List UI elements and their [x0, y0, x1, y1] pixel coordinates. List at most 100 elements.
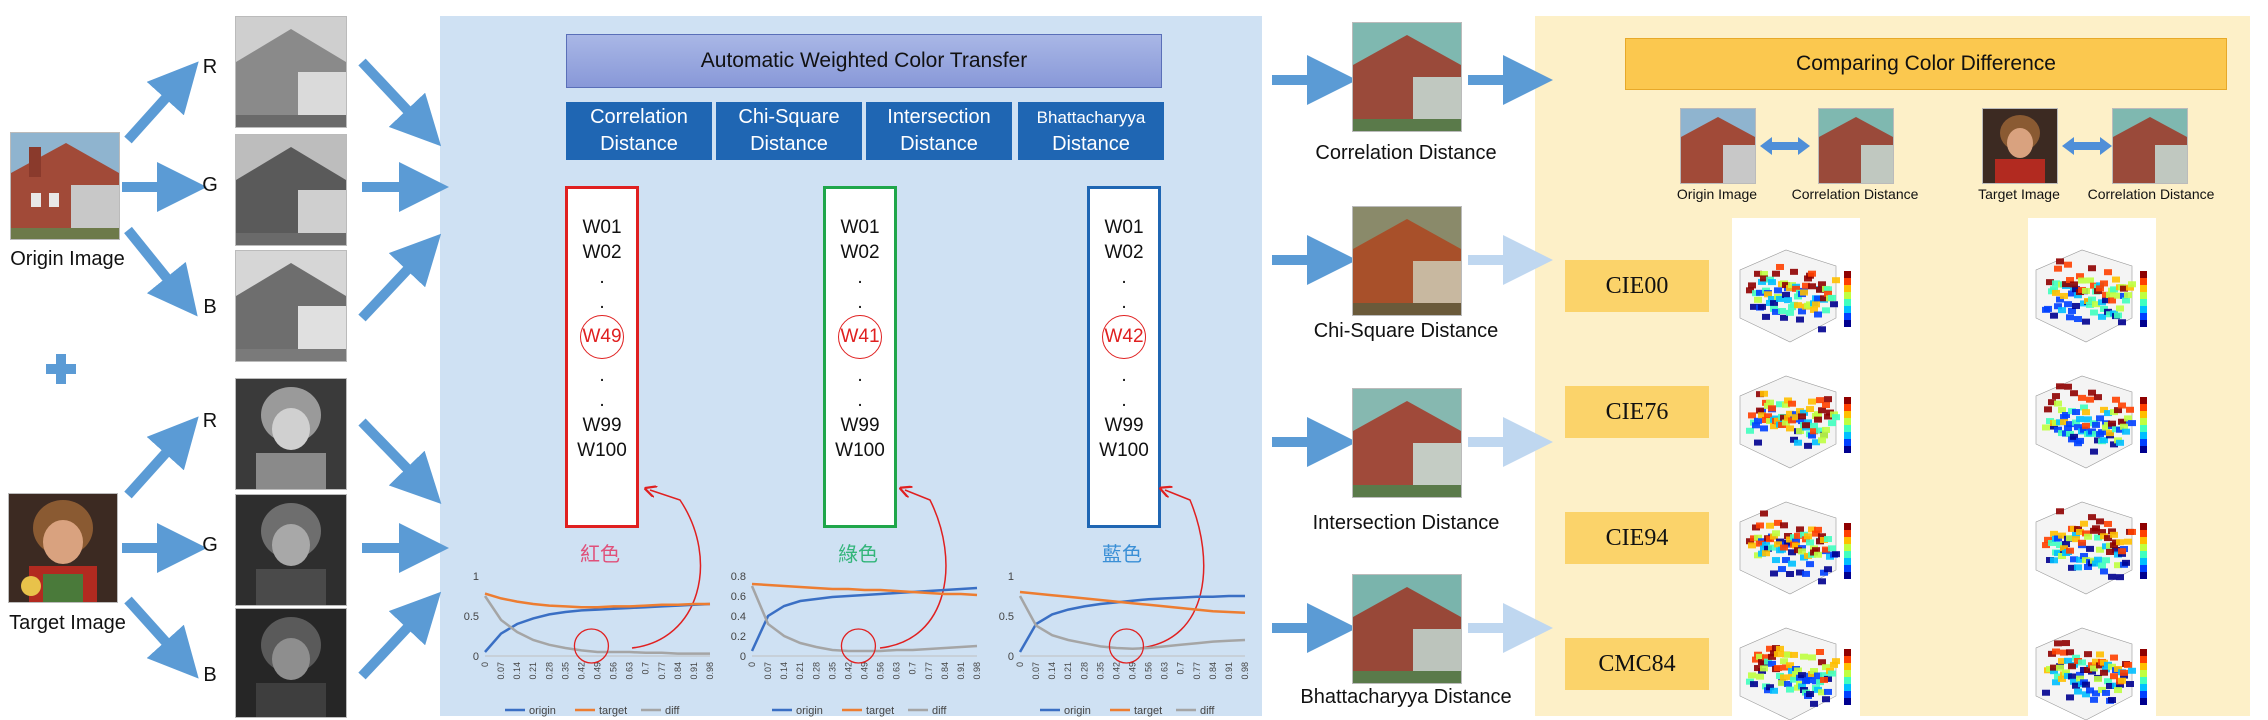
surface-cell — [2104, 269, 2112, 276]
surface-cell — [1828, 294, 1836, 301]
surface-cell — [2042, 424, 2050, 431]
surface-cell — [2112, 396, 2120, 403]
surface-cell — [2044, 305, 2052, 312]
surface-cell — [2096, 651, 2104, 658]
surface-cell — [1828, 545, 1836, 552]
surface-cell — [2086, 545, 2094, 552]
surface-cell — [2074, 688, 2082, 695]
surface-cell — [2056, 383, 2064, 390]
surface-cell — [2086, 277, 2094, 284]
colorbar-segment — [2140, 397, 2147, 404]
colorbar-segment — [2140, 698, 2147, 705]
surface-cell — [1794, 439, 1802, 446]
surface-cell — [1782, 291, 1790, 298]
surface-cell — [1774, 665, 1782, 672]
surface-cell — [1770, 570, 1778, 577]
colorbar-segment — [1844, 530, 1851, 537]
colorbar-segment — [1844, 565, 1851, 572]
colorbar-segment — [1844, 439, 1851, 446]
surface-cell — [1832, 277, 1840, 284]
surface-cell — [1816, 649, 1824, 656]
surface-cell — [2050, 312, 2058, 319]
surface-plots — [1739, 249, 2147, 720]
surface-cell — [1786, 309, 1794, 316]
surface-plot-origin-3 — [1739, 627, 1851, 720]
surface-cell — [1824, 536, 1832, 543]
surface-cell — [1788, 560, 1796, 567]
surface-cell — [2122, 297, 2130, 304]
surface-cell — [2066, 314, 2074, 321]
surface-cell — [2090, 448, 2098, 455]
surface-cell — [1780, 522, 1788, 529]
surface-cell — [2100, 280, 2108, 287]
surface-cell — [1772, 557, 1780, 564]
surface-cell — [1776, 263, 1784, 270]
surface-cell — [1766, 399, 1774, 406]
colorbar-segment — [2140, 684, 2147, 691]
surface-cell — [1754, 296, 1762, 303]
colorbar-segment — [2140, 544, 2147, 551]
surface-cell — [2116, 574, 2124, 581]
surface-cell — [1824, 396, 1832, 403]
surface-cell — [2082, 318, 2090, 325]
colorbar-segment — [1844, 656, 1851, 663]
surface-cell — [2118, 402, 2126, 409]
colorbar-segment — [1844, 411, 1851, 418]
surface-cell — [2082, 409, 2090, 416]
surface-cell — [1776, 645, 1784, 652]
surface-cell — [1796, 316, 1804, 323]
surface-cell — [2068, 663, 2076, 670]
surface-cell — [1804, 533, 1812, 540]
colorbar-segment — [2140, 404, 2147, 411]
surface-plot-target-3 — [2035, 627, 2147, 720]
surface-cell — [1780, 674, 1788, 681]
surface-cell — [2072, 409, 2080, 416]
surface-plot-origin-1 — [1739, 375, 1851, 469]
surface-cell — [2104, 520, 2112, 527]
colorbar-segment — [2140, 418, 2147, 425]
surface-cell — [2120, 669, 2128, 676]
surface-cell — [2094, 556, 2102, 563]
surface-cell — [2108, 420, 2116, 427]
surface-cell — [2070, 281, 2078, 288]
surface-cell — [1800, 653, 1808, 660]
colorbar-segment — [1844, 537, 1851, 544]
colorbar-segment — [2140, 649, 2147, 656]
surface-cell — [2116, 305, 2124, 312]
surface-cell — [1814, 416, 1822, 423]
surface-cell — [2044, 406, 2052, 413]
surface-cell — [2118, 319, 2126, 326]
colorbar-segment — [2140, 558, 2147, 565]
surface-cell — [1748, 282, 1756, 289]
colorbar-segment — [1844, 299, 1851, 306]
surface-cell — [1774, 287, 1782, 294]
surface-cell — [1748, 412, 1756, 419]
colorbar-segment — [2140, 565, 2147, 572]
surface-cell — [1822, 426, 1830, 433]
surface-cell — [2076, 416, 2084, 423]
surface-cell — [2122, 559, 2130, 566]
surface-cell — [2092, 421, 2100, 428]
surface-cell — [1772, 530, 1780, 537]
surface-cell — [1748, 542, 1756, 549]
surface-cell — [1746, 427, 1754, 434]
surface-cell — [2116, 439, 2124, 446]
surface-cell — [1832, 658, 1840, 665]
surface-cell — [1762, 313, 1770, 320]
colorbar-segment — [2140, 530, 2147, 537]
surface-cell — [1802, 570, 1810, 577]
surface-cell — [2052, 648, 2060, 655]
surface-cell — [2082, 287, 2090, 294]
surface-cell — [1788, 400, 1796, 407]
colorbar-segment — [1844, 558, 1851, 565]
surface-cell — [2110, 531, 2118, 538]
surface-cell — [1758, 303, 1766, 310]
colorbar-segment — [2140, 551, 2147, 558]
surface-cell — [2126, 681, 2134, 688]
surface-cell — [2078, 394, 2086, 401]
surface-cell — [2096, 518, 2104, 525]
surface-plot-target-0 — [2035, 249, 2147, 343]
surface-cell — [1794, 302, 1802, 309]
colorbar-segment — [1844, 432, 1851, 439]
colorbar-segment — [2140, 313, 2147, 320]
